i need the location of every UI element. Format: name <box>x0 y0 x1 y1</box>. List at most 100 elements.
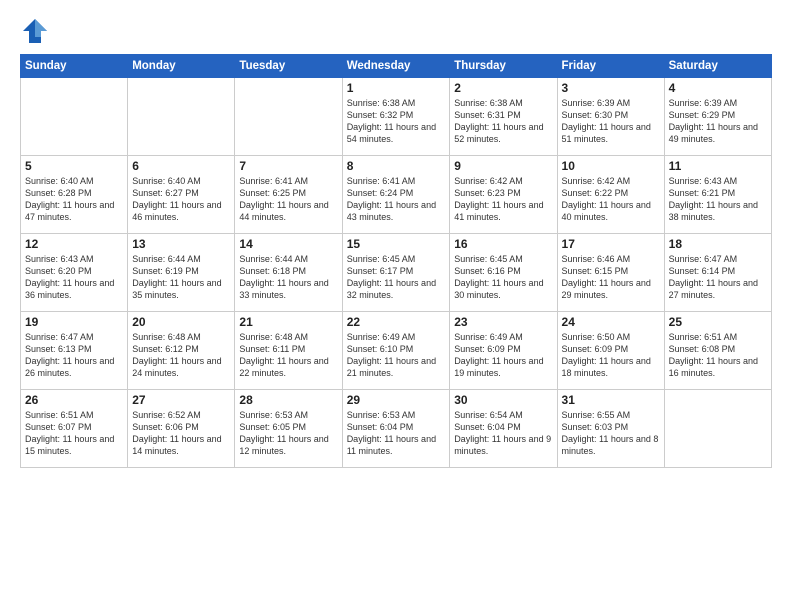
day-number: 18 <box>669 237 767 251</box>
day-number: 6 <box>132 159 230 173</box>
day-info: Sunrise: 6:49 AM Sunset: 6:09 PM Dayligh… <box>454 331 552 380</box>
calendar-cell: 27 Sunrise: 6:52 AM Sunset: 6:06 PM Dayli… <box>128 390 235 468</box>
page: SundayMondayTuesdayWednesdayThursdayFrid… <box>0 0 792 612</box>
calendar-cell: 9 Sunrise: 6:42 AM Sunset: 6:23 PM Daylig… <box>450 156 557 234</box>
day-number: 8 <box>347 159 446 173</box>
weekday-header-row: SundayMondayTuesdayWednesdayThursdayFrid… <box>21 55 772 78</box>
calendar-cell <box>664 390 771 468</box>
day-info: Sunrise: 6:48 AM Sunset: 6:11 PM Dayligh… <box>239 331 337 380</box>
day-number: 19 <box>25 315 123 329</box>
calendar-cell: 11 Sunrise: 6:43 AM Sunset: 6:21 PM Dayli… <box>664 156 771 234</box>
weekday-header-tuesday: Tuesday <box>235 55 342 78</box>
day-info: Sunrise: 6:44 AM Sunset: 6:19 PM Dayligh… <box>132 253 230 302</box>
day-info: Sunrise: 6:40 AM Sunset: 6:27 PM Dayligh… <box>132 175 230 224</box>
day-number: 4 <box>669 81 767 95</box>
calendar-cell: 20Sunrise: 6:48 AM Sunset: 6:12 PM Dayli… <box>128 312 235 390</box>
weekday-header-wednesday: Wednesday <box>342 55 450 78</box>
calendar-cell: 18 Sunrise: 6:47 AM Sunset: 6:14 PM Dayli… <box>664 234 771 312</box>
calendar-cell: 16Sunrise: 6:45 AM Sunset: 6:16 PM Dayli… <box>450 234 557 312</box>
day-info: Sunrise: 6:41 AM Sunset: 6:24 PM Dayligh… <box>347 175 446 224</box>
day-info: Sunrise: 6:49 AM Sunset: 6:10 PM Dayligh… <box>347 331 446 380</box>
weekday-header-thursday: Thursday <box>450 55 557 78</box>
day-info: Sunrise: 6:47 AM Sunset: 6:14 PM Dayligh… <box>669 253 767 302</box>
week-row-4: 26 Sunrise: 6:51 AM Sunset: 6:07 PM Dayli… <box>21 390 772 468</box>
day-info: Sunrise: 6:54 AM Sunset: 6:04 PM Dayligh… <box>454 409 552 458</box>
day-info: Sunrise: 6:52 AM Sunset: 6:06 PM Dayligh… <box>132 409 230 458</box>
day-info: Sunrise: 6:53 AM Sunset: 6:04 PM Dayligh… <box>347 409 446 458</box>
calendar-cell: 2 Sunrise: 6:38 AM Sunset: 6:31 PM Daylig… <box>450 78 557 156</box>
calendar-cell: 1 Sunrise: 6:38 AM Sunset: 6:32 PM Daylig… <box>342 78 450 156</box>
day-number: 13 <box>132 237 230 251</box>
calendar-cell: 17Sunrise: 6:46 AM Sunset: 6:15 PM Dayli… <box>557 234 664 312</box>
calendar-cell: 3Sunrise: 6:39 AM Sunset: 6:30 PM Daylig… <box>557 78 664 156</box>
day-info: Sunrise: 6:51 AM Sunset: 6:07 PM Dayligh… <box>25 409 123 458</box>
calendar-cell: 8 Sunrise: 6:41 AM Sunset: 6:24 PM Daylig… <box>342 156 450 234</box>
day-number: 9 <box>454 159 552 173</box>
day-number: 16 <box>454 237 552 251</box>
calendar-cell: 22 Sunrise: 6:49 AM Sunset: 6:10 PM Dayli… <box>342 312 450 390</box>
day-number: 27 <box>132 393 230 407</box>
calendar-cell: 5 Sunrise: 6:40 AM Sunset: 6:28 PM Daylig… <box>21 156 128 234</box>
calendar-cell <box>128 78 235 156</box>
weekday-header-friday: Friday <box>557 55 664 78</box>
day-number: 11 <box>669 159 767 173</box>
calendar-cell: 14 Sunrise: 6:44 AM Sunset: 6:18 PM Dayli… <box>235 234 342 312</box>
calendar-cell: 7 Sunrise: 6:41 AM Sunset: 6:25 PM Daylig… <box>235 156 342 234</box>
day-number: 14 <box>239 237 337 251</box>
calendar-cell: 15 Sunrise: 6:45 AM Sunset: 6:17 PM Dayli… <box>342 234 450 312</box>
day-info: Sunrise: 6:38 AM Sunset: 6:31 PM Dayligh… <box>454 97 552 146</box>
day-info: Sunrise: 6:39 AM Sunset: 6:29 PM Dayligh… <box>669 97 767 146</box>
calendar-cell: 12Sunrise: 6:43 AM Sunset: 6:20 PM Dayli… <box>21 234 128 312</box>
day-number: 2 <box>454 81 552 95</box>
calendar-cell: 28 Sunrise: 6:53 AM Sunset: 6:05 PM Dayli… <box>235 390 342 468</box>
week-row-2: 12Sunrise: 6:43 AM Sunset: 6:20 PM Dayli… <box>21 234 772 312</box>
day-number: 31 <box>562 393 660 407</box>
day-number: 15 <box>347 237 446 251</box>
day-info: Sunrise: 6:46 AM Sunset: 6:15 PM Dayligh… <box>562 253 660 302</box>
logo <box>20 16 54 46</box>
day-info: Sunrise: 6:42 AM Sunset: 6:22 PM Dayligh… <box>562 175 660 224</box>
day-info: Sunrise: 6:44 AM Sunset: 6:18 PM Dayligh… <box>239 253 337 302</box>
day-info: Sunrise: 6:50 AM Sunset: 6:09 PM Dayligh… <box>562 331 660 380</box>
day-number: 24 <box>562 315 660 329</box>
logo-icon <box>20 16 50 46</box>
week-row-0: 1 Sunrise: 6:38 AM Sunset: 6:32 PM Daylig… <box>21 78 772 156</box>
week-row-1: 5 Sunrise: 6:40 AM Sunset: 6:28 PM Daylig… <box>21 156 772 234</box>
calendar-cell: 25 Sunrise: 6:51 AM Sunset: 6:08 PM Dayli… <box>664 312 771 390</box>
day-info: Sunrise: 6:41 AM Sunset: 6:25 PM Dayligh… <box>239 175 337 224</box>
day-number: 22 <box>347 315 446 329</box>
calendar-cell: 10 Sunrise: 6:42 AM Sunset: 6:22 PM Dayli… <box>557 156 664 234</box>
weekday-header-sunday: Sunday <box>21 55 128 78</box>
calendar-cell <box>21 78 128 156</box>
day-info: Sunrise: 6:55 AM Sunset: 6:03 PM Dayligh… <box>562 409 660 458</box>
calendar-cell: 31 Sunrise: 6:55 AM Sunset: 6:03 PM Dayli… <box>557 390 664 468</box>
day-number: 28 <box>239 393 337 407</box>
calendar-cell: 21 Sunrise: 6:48 AM Sunset: 6:11 PM Dayli… <box>235 312 342 390</box>
day-info: Sunrise: 6:51 AM Sunset: 6:08 PM Dayligh… <box>669 331 767 380</box>
day-info: Sunrise: 6:43 AM Sunset: 6:21 PM Dayligh… <box>669 175 767 224</box>
day-number: 10 <box>562 159 660 173</box>
day-info: Sunrise: 6:45 AM Sunset: 6:17 PM Dayligh… <box>347 253 446 302</box>
day-number: 26 <box>25 393 123 407</box>
day-number: 21 <box>239 315 337 329</box>
day-info: Sunrise: 6:43 AM Sunset: 6:20 PM Dayligh… <box>25 253 123 302</box>
day-number: 5 <box>25 159 123 173</box>
day-info: Sunrise: 6:40 AM Sunset: 6:28 PM Dayligh… <box>25 175 123 224</box>
day-info: Sunrise: 6:42 AM Sunset: 6:23 PM Dayligh… <box>454 175 552 224</box>
calendar-cell: 30 Sunrise: 6:54 AM Sunset: 6:04 PM Dayli… <box>450 390 557 468</box>
day-number: 25 <box>669 315 767 329</box>
calendar-cell: 19 Sunrise: 6:47 AM Sunset: 6:13 PM Dayli… <box>21 312 128 390</box>
calendar-cell: 26 Sunrise: 6:51 AM Sunset: 6:07 PM Dayli… <box>21 390 128 468</box>
week-row-3: 19 Sunrise: 6:47 AM Sunset: 6:13 PM Dayli… <box>21 312 772 390</box>
day-number: 1 <box>347 81 446 95</box>
calendar-cell: 29Sunrise: 6:53 AM Sunset: 6:04 PM Dayli… <box>342 390 450 468</box>
calendar-cell: 13 Sunrise: 6:44 AM Sunset: 6:19 PM Dayli… <box>128 234 235 312</box>
calendar: SundayMondayTuesdayWednesdayThursdayFrid… <box>20 54 772 468</box>
day-number: 7 <box>239 159 337 173</box>
day-info: Sunrise: 6:47 AM Sunset: 6:13 PM Dayligh… <box>25 331 123 380</box>
day-number: 3 <box>562 81 660 95</box>
day-info: Sunrise: 6:53 AM Sunset: 6:05 PM Dayligh… <box>239 409 337 458</box>
day-info: Sunrise: 6:38 AM Sunset: 6:32 PM Dayligh… <box>347 97 446 146</box>
day-info: Sunrise: 6:48 AM Sunset: 6:12 PM Dayligh… <box>132 331 230 380</box>
day-number: 30 <box>454 393 552 407</box>
